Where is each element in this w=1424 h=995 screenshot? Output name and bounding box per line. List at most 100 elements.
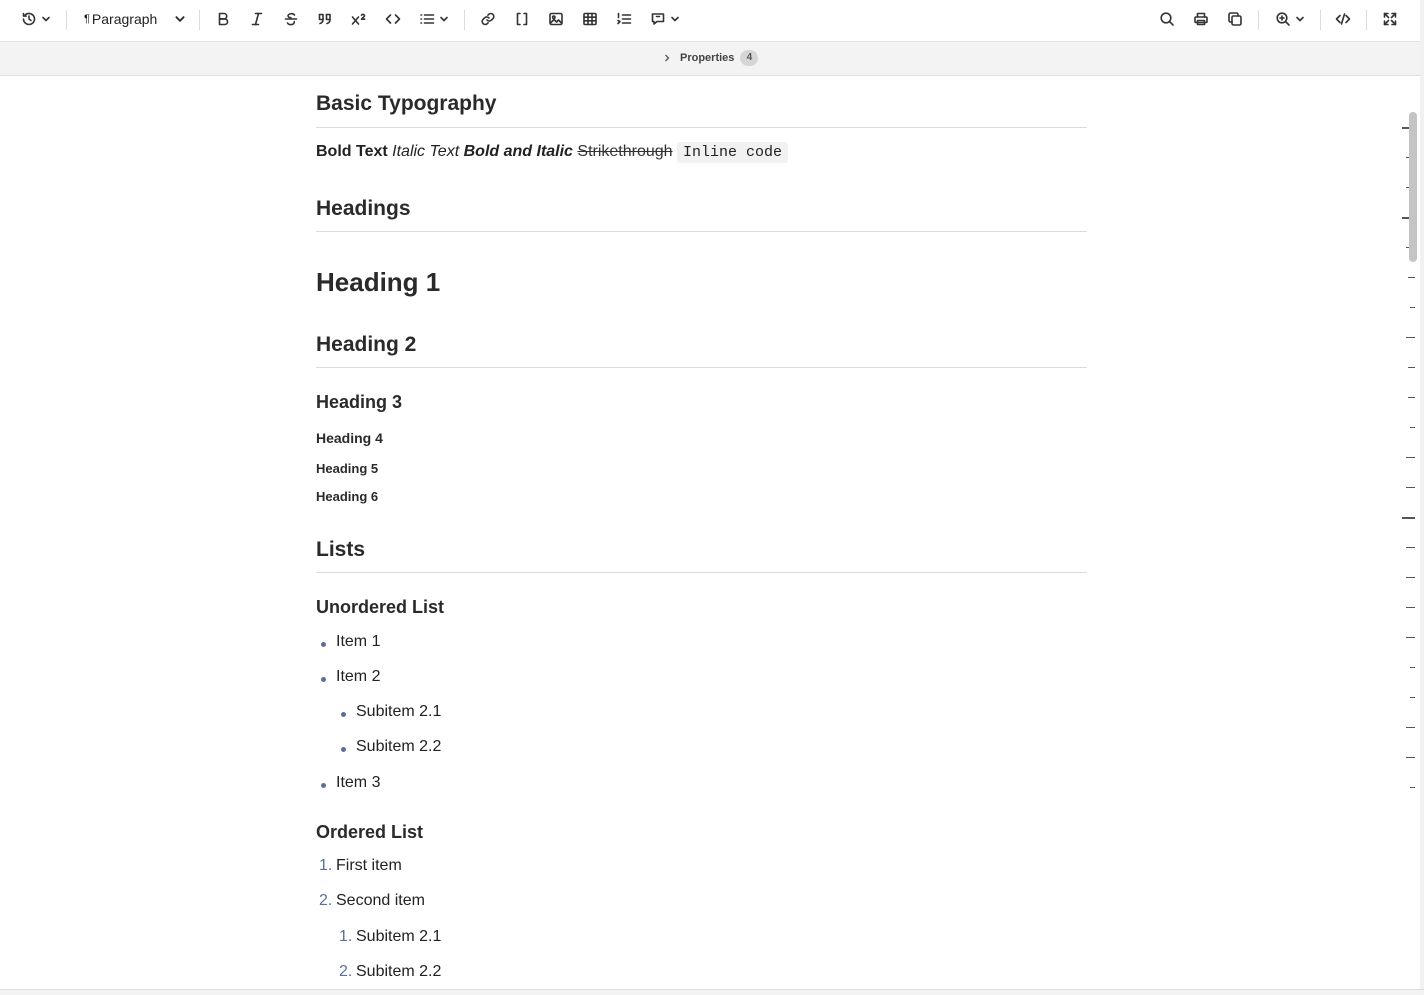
outline-tick[interactable] — [1410, 697, 1415, 698]
image-icon — [549, 12, 563, 26]
properties-count-badge: 4 — [740, 50, 759, 66]
outline-tick[interactable] — [1406, 607, 1415, 608]
list-button[interactable] — [416, 7, 452, 31]
source-code-icon — [1335, 13, 1351, 25]
image-button[interactable] — [545, 7, 567, 31]
outline-tick[interactable] — [1406, 577, 1415, 578]
italic-text: Italic Text — [392, 143, 460, 160]
scroll-track[interactable] — [1420, 0, 1424, 994]
wikilink-button[interactable] — [511, 7, 533, 31]
superscript-button[interactable] — [348, 7, 370, 31]
brackets-icon — [516, 12, 528, 26]
outline-tick[interactable] — [1410, 307, 1415, 308]
strikethrough-icon — [284, 12, 298, 26]
outline-tick[interactable] — [1402, 517, 1415, 519]
fullscreen-icon — [1383, 12, 1397, 26]
typography-sample-line: Bold Text Italic Text Bold and Italic St… — [316, 140, 1087, 165]
bold-icon — [218, 12, 229, 26]
outline-tick[interactable] — [1410, 427, 1415, 428]
chevron-down-icon — [175, 16, 185, 22]
source-mode-button[interactable] — [1332, 7, 1354, 31]
search-icon — [1160, 12, 1174, 26]
heading-text: Headings — [316, 197, 411, 220]
heading-6: Heading 6 — [316, 489, 379, 504]
chevron-down-icon — [42, 16, 50, 22]
outline-tick[interactable] — [1408, 367, 1415, 368]
bold-button[interactable] — [212, 7, 234, 31]
list-number: 2. — [319, 892, 333, 909]
bold-text: Bold Text — [316, 143, 388, 160]
properties-toggle[interactable]: Properties 4 — [662, 50, 759, 66]
chevron-down-icon — [1296, 16, 1304, 22]
list-subitem: Subitem 2.1 — [356, 703, 442, 720]
ordered-list-subitem: Subitem 2.2 — [356, 963, 442, 980]
callout-button[interactable] — [647, 7, 683, 31]
link-icon — [481, 12, 495, 26]
copy-icon — [1228, 12, 1242, 26]
toolbar-divider — [1258, 10, 1259, 30]
list-item: Item 3 — [336, 774, 381, 791]
bold-italic-text: Bold and Italic — [463, 143, 573, 160]
editor-toolbar: ¶ Paragraph — [0, 0, 1424, 42]
outline-tick[interactable] — [1406, 547, 1415, 548]
link-button[interactable] — [477, 7, 499, 31]
zoom-button[interactable] — [1272, 7, 1308, 31]
heading-5: Heading 5 — [316, 461, 379, 476]
list-number: 1. — [339, 928, 353, 945]
block-type-label: Paragraph — [91, 11, 158, 27]
bullet-marker — [321, 642, 326, 647]
outline-tick[interactable] — [1406, 757, 1415, 758]
outline-tick[interactable] — [1406, 337, 1415, 338]
list-item: Item 1 — [336, 633, 381, 650]
outline-tick[interactable] — [1410, 667, 1415, 668]
paragraph-mark-icon: ¶ — [84, 13, 90, 25]
numbered-list-icon — [617, 12, 632, 25]
heading-text: Basic Typography — [316, 92, 497, 115]
strikethrough-button[interactable] — [280, 7, 302, 31]
italic-icon — [251, 12, 263, 26]
zoom-in-icon — [1276, 12, 1290, 26]
outline-tick[interactable] — [1406, 487, 1415, 488]
toolbar-divider — [1366, 10, 1367, 30]
outline-tick[interactable] — [1410, 787, 1415, 788]
outline-tick[interactable] — [1406, 637, 1415, 638]
quote-button[interactable] — [314, 7, 336, 31]
bullet-marker — [321, 783, 326, 788]
list-item: Item 2 — [336, 668, 381, 685]
outline-tick[interactable] — [1406, 457, 1415, 458]
list-number: 1. — [319, 857, 333, 874]
bullet-marker — [341, 747, 346, 752]
strikethrough-text: Strikethrough — [577, 143, 673, 160]
inline-code: Inline code — [677, 142, 789, 163]
heading-2: Heading 2 — [316, 333, 1087, 368]
code-icon — [385, 14, 401, 24]
unordered-list-heading: Unordered List — [316, 597, 445, 617]
ordered-list-heading: Ordered List — [316, 822, 424, 842]
properties-bar: Properties 4 — [0, 42, 1424, 76]
print-button[interactable] — [1190, 7, 1212, 31]
table-icon — [583, 12, 597, 26]
printer-icon — [1194, 12, 1208, 26]
outline-tick[interactable] — [1406, 727, 1415, 728]
bullet-marker — [321, 677, 326, 682]
ordered-list-item: First item — [336, 857, 402, 874]
italic-button[interactable] — [246, 7, 268, 31]
history-button[interactable] — [18, 7, 54, 31]
outline-tick[interactable] — [1408, 277, 1415, 278]
heading-text: Lists — [316, 538, 366, 561]
copy-button[interactable] — [1224, 7, 1246, 31]
list-subitem: Subitem 2.2 — [356, 738, 442, 755]
outline-tick[interactable] — [1408, 397, 1415, 398]
heading-4: Heading 4 — [316, 430, 383, 446]
list-number: 2. — [339, 963, 353, 980]
block-type-dropdown[interactable]: ¶ Paragraph — [84, 7, 188, 31]
code-button[interactable] — [382, 7, 404, 31]
ordered-list-item: Second item — [336, 892, 425, 909]
superscript-icon — [351, 13, 366, 25]
ordered-list-button[interactable] — [613, 7, 635, 31]
search-button[interactable] — [1156, 7, 1178, 31]
table-button[interactable] — [579, 7, 601, 31]
fullscreen-button[interactable] — [1379, 7, 1401, 31]
scrollbar-thumb[interactable] — [1409, 112, 1417, 262]
status-bar — [0, 989, 1424, 995]
